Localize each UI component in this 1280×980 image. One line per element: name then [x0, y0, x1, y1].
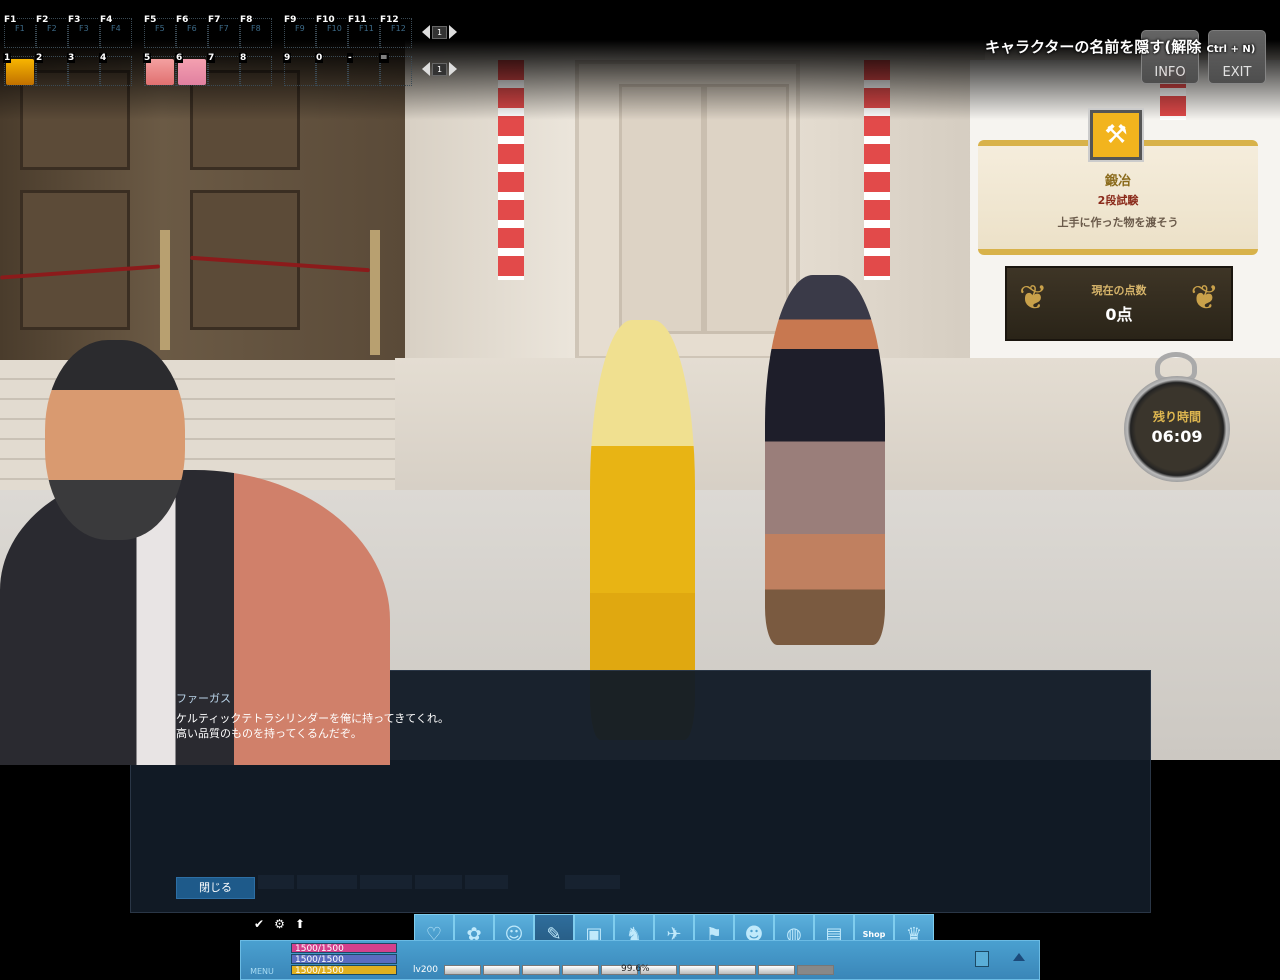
hotkey-label: 2: [35, 53, 44, 63]
menu-label: MENU: [250, 967, 274, 976]
hotkey-ghost-label: F6: [187, 24, 197, 33]
hotkey-slot-1[interactable]: 1: [3, 53, 36, 86]
stopwatch-timer: 残り時間 06:09: [1124, 376, 1230, 482]
laurel-icon: ❦: [1019, 278, 1048, 318]
hotkey-slot-f3[interactable]: F3 F3: [67, 15, 100, 48]
check-icon[interactable]: ✔: [254, 917, 264, 931]
quest-subtitle: 2段試験: [1097, 194, 1139, 207]
hide-name-label: キャラクターの名前を隠す(解除: [985, 38, 1202, 56]
exp-percent: 99.6%: [621, 964, 650, 974]
hotkey-slot-9[interactable]: 9: [283, 53, 316, 86]
hotkey-ghost-label: F5: [155, 24, 165, 33]
score-panel: ❦ ❦ 現在の点数 0点: [1005, 266, 1233, 341]
hotkey-label: 1: [3, 53, 12, 63]
hotkey-slot-f12[interactable]: F12 F12: [379, 15, 412, 48]
hotkey-label: 3: [67, 53, 76, 63]
laurel-icon: ❦: [1190, 278, 1220, 318]
hotkey-slot-f1[interactable]: F1 F1: [3, 15, 36, 48]
stamina-bar: 1500/1500: [291, 965, 397, 976]
quest-title: 鍛冶: [1104, 174, 1131, 189]
hotkey-label: 0: [315, 53, 324, 63]
expand-arrow-icon[interactable]: [1013, 953, 1025, 961]
hotkey-slot-2[interactable]: 2: [35, 53, 68, 86]
timer-value: 06:09: [1151, 427, 1203, 446]
hotkey-slot-f2[interactable]: F2 F2: [35, 15, 68, 48]
hotkey-ghost-label: F2: [47, 24, 57, 33]
dialog-line: 高い品質のものを持ってくるんだぞ。: [176, 727, 362, 740]
hotkey-slot-4[interactable]: 4: [99, 53, 132, 86]
hotkey-slot-f9[interactable]: F9 F9: [283, 15, 316, 48]
mini-toolbar: ✔ ⚙ ⬆: [254, 917, 305, 931]
close-button[interactable]: 閉じる: [176, 877, 255, 899]
page-number: 1: [432, 25, 448, 39]
hotkey-ghost-label: F8: [251, 24, 261, 33]
hotkey-slot-10[interactable]: 0: [315, 53, 348, 86]
next-page-icon[interactable]: [449, 62, 458, 76]
hotkey-slot-8[interactable]: 8: [239, 53, 272, 86]
exit-label: EXIT: [1222, 65, 1252, 80]
hotkey-slot-6[interactable]: 6: [175, 53, 208, 86]
arrow-up-icon[interactable]: ⬆: [295, 917, 305, 931]
shortcut-label: Ctrl + N): [1206, 44, 1256, 55]
npc-fergus[interactable]: [765, 275, 885, 645]
hotkey-label: -: [347, 53, 353, 63]
hp-bar: 1500/1500: [291, 943, 397, 954]
hotkey-slot-3[interactable]: 3: [67, 53, 100, 86]
dialog-text: ケルティックテトラシリンダーを俺に持ってきてくれ。 高い品質のものを持ってくるん…: [176, 711, 449, 741]
npc-name: ファーガス: [176, 692, 231, 705]
hotkey-label: 7: [207, 53, 216, 63]
prev-page-icon[interactable]: [422, 25, 430, 39]
hotkey-slot-7[interactable]: 7: [207, 53, 240, 86]
quest-description: 上手に作った物を渡そう: [1057, 216, 1179, 229]
hotkey-label: 5: [143, 53, 152, 63]
hotkey-slot-5[interactable]: 5: [143, 53, 176, 86]
hotkey-label: =: [379, 53, 389, 63]
anvil-hammer-icon: ⚒: [1088, 108, 1144, 162]
info-label: INFO: [1154, 65, 1186, 80]
hotkey-ghost-label: F1: [15, 24, 25, 33]
prev-page-icon[interactable]: [422, 62, 430, 76]
timer-label: 残り時間: [1152, 410, 1201, 424]
hotkey-slot-f6[interactable]: F6 F6: [175, 15, 208, 48]
hotkey-ghost-label: F3: [79, 24, 89, 33]
hide-character-names-toggle[interactable]: キャラクターの名前を隠す(解除 Ctrl + N): [985, 36, 1255, 57]
hotkey-ghost-label: F4: [111, 24, 121, 33]
hotkey-slot-f8[interactable]: F8 F8: [239, 15, 272, 48]
page-number: 1: [432, 62, 448, 76]
next-page-icon[interactable]: [449, 25, 458, 39]
hotkey-slot-f10[interactable]: F10 F10: [315, 15, 348, 48]
level-label: lv200: [413, 965, 439, 975]
hotkey-label: 4: [99, 53, 108, 63]
menu-button[interactable]: MENU: [241, 941, 283, 979]
hotkey-ghost-label: F7: [219, 24, 229, 33]
hotkey-slot-f4[interactable]: F4 F4: [99, 15, 132, 48]
status-bar: MENU 1500/1500 1500/1500 1500/1500 lv200…: [240, 940, 1040, 980]
hotkey-slot-f11[interactable]: F11 F11: [347, 15, 380, 48]
hotkey-slot-12[interactable]: =: [379, 53, 412, 86]
hotkey-page-bottom[interactable]: 1: [422, 62, 458, 76]
gear-icon[interactable]: ⚙: [274, 917, 285, 931]
hotkey-ghost-label: F11: [359, 24, 374, 33]
hotkey-slot-f7[interactable]: F7 F7: [207, 15, 240, 48]
hotkey-ghost-label: F9: [295, 24, 305, 33]
dialog-line: ケルティックテトラシリンダーを俺に持ってきてくれ。: [176, 712, 450, 725]
hotkey-label: 9: [283, 53, 292, 63]
hotkey-ghost-label: F12: [391, 24, 406, 33]
hotkey-slot-f5[interactable]: F5 F5: [143, 15, 176, 48]
hotkey-slot-11[interactable]: -: [347, 53, 380, 86]
shop-icon: Shop: [862, 929, 886, 939]
hotkey-label: 6: [175, 53, 184, 63]
minimize-button[interactable]: [975, 951, 989, 967]
hotkey-ghost-label: F10: [327, 24, 342, 33]
hotkey-label: 8: [239, 53, 248, 63]
hotkey-page-top[interactable]: 1: [422, 25, 458, 39]
mp-bar: 1500/1500: [291, 954, 397, 965]
